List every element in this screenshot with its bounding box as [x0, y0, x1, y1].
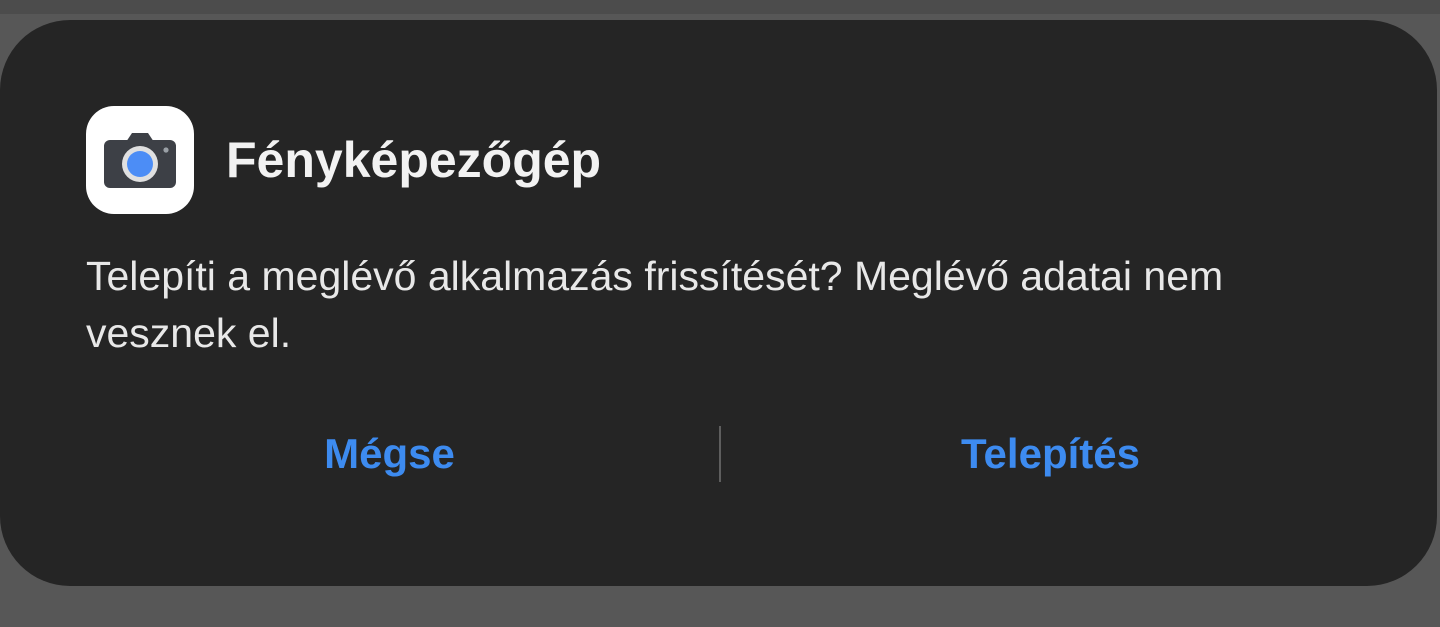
install-update-dialog: Fényképezőgép Telepíti a meglévő alkalma… [0, 20, 1437, 586]
dialog-message: Telepíti a meglévő alkalmazás frissítésé… [86, 253, 1224, 356]
camera-icon [86, 106, 194, 214]
dialog-actions: Mégse Telepítés [60, 416, 1380, 492]
background-strip [0, 0, 1440, 14]
cancel-button[interactable]: Mégse [60, 416, 719, 492]
app-title: Fényképezőgép [226, 132, 602, 188]
install-button[interactable]: Telepítés [721, 416, 1380, 492]
